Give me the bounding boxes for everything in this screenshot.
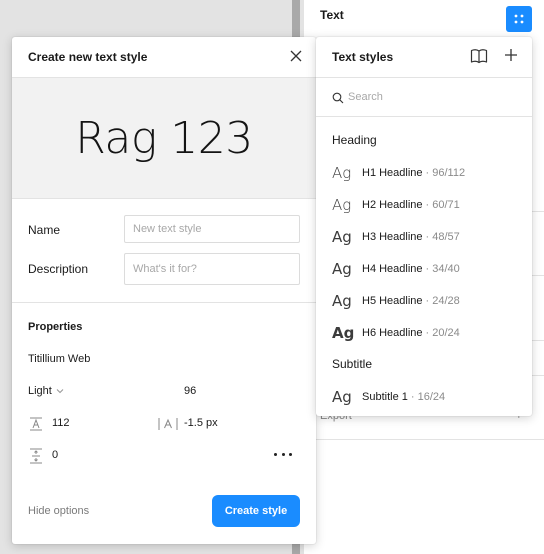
preview-text: Rag 123	[75, 112, 253, 164]
style-name: Subtitle 1	[362, 391, 408, 403]
style-preview-glyph: Ag	[332, 292, 352, 310]
style-preview: Rag 123	[12, 77, 316, 199]
dialog-title: Create new text style	[28, 50, 148, 64]
style-size-meta: · 48/57	[425, 231, 460, 243]
style-name: H4 Headline	[362, 263, 423, 275]
hide-options-link[interactable]: Hide options	[28, 505, 89, 517]
book-icon[interactable]	[470, 48, 488, 64]
name-input[interactable]	[124, 215, 300, 243]
letter-spacing-icon	[158, 418, 178, 430]
text-section-title: Text	[320, 8, 344, 22]
style-name: H1 Headline	[362, 167, 423, 179]
grid-dots-icon	[514, 14, 524, 24]
style-size-meta: · 16/24	[410, 391, 446, 403]
text-style-item[interactable]: Ag H3 Headline · 48/57	[316, 221, 532, 253]
style-group-label: Subtitle	[332, 357, 373, 371]
styles-grid-button[interactable]	[506, 6, 532, 32]
description-input[interactable]	[124, 253, 300, 285]
popover-divider	[316, 116, 532, 117]
search-input[interactable]	[348, 87, 518, 107]
style-name: H2 Headline	[362, 199, 423, 211]
letter-spacing-input[interactable]: -1.5 px	[184, 417, 218, 429]
paragraph-spacing-icon	[30, 448, 42, 464]
popover-divider	[316, 77, 532, 78]
more-options-icon[interactable]	[274, 447, 292, 461]
name-label: Name	[28, 223, 61, 237]
style-size-meta: · 34/40	[425, 263, 460, 275]
search-icon	[332, 92, 344, 104]
style-preview-glyph: Ag	[332, 196, 352, 214]
font-family-select[interactable]: Titillium Web	[28, 353, 90, 365]
style-group-label: Heading	[332, 133, 377, 147]
style-preview-glyph: Ag	[332, 324, 355, 342]
create-style-button[interactable]: Create style	[212, 495, 300, 527]
font-size-input[interactable]: 96	[184, 385, 196, 397]
text-style-item[interactable]: Ag Subtitle 1 · 16/24	[316, 381, 532, 413]
font-weight-select[interactable]: Light	[28, 385, 64, 397]
text-style-item[interactable]: Ag H5 Headline · 24/28	[316, 285, 532, 317]
style-size-meta: · 96/112	[425, 167, 466, 179]
style-preview-glyph: Ag	[332, 260, 352, 278]
style-size-meta: · 24/28	[425, 295, 460, 307]
style-size-meta: · 20/24	[425, 327, 460, 339]
style-preview-glyph: Ag	[332, 228, 352, 246]
style-name: H6 Headline	[362, 327, 423, 339]
text-style-item[interactable]: Ag H6 Headline · 20/24	[316, 317, 532, 349]
dialog-divider	[12, 302, 316, 303]
text-style-item[interactable]: Ag H4 Headline · 34/40	[316, 253, 532, 285]
style-size-meta: · 60/71	[425, 199, 460, 211]
paragraph-spacing-input[interactable]: 0	[52, 449, 58, 461]
line-height-input[interactable]: 112	[52, 417, 70, 429]
close-icon[interactable]	[288, 48, 304, 64]
font-weight-value: Light	[28, 385, 52, 397]
plus-icon[interactable]	[504, 48, 518, 62]
text-style-item[interactable]: Ag H1 Headline · 96/112	[316, 157, 532, 189]
popover-title: Text styles	[332, 50, 394, 64]
style-name: H3 Headline	[362, 231, 423, 243]
properties-title: Properties	[28, 321, 83, 333]
style-preview-glyph: Ag	[332, 164, 352, 182]
line-height-icon	[30, 417, 42, 431]
description-label: Description	[28, 262, 89, 276]
create-text-style-dialog: Create new text style Rag 123 Name Descr…	[12, 37, 316, 544]
style-preview-glyph: Ag	[332, 388, 352, 406]
chevron-down-icon	[56, 389, 64, 394]
text-styles-popover: Text styles Heading Ag H1 Headline· 96/112…	[316, 37, 532, 416]
style-name: H5 Headline	[362, 295, 423, 307]
text-style-item[interactable]: Ag H2 Headline · 60/71	[316, 189, 532, 221]
panel-divider	[304, 439, 544, 440]
